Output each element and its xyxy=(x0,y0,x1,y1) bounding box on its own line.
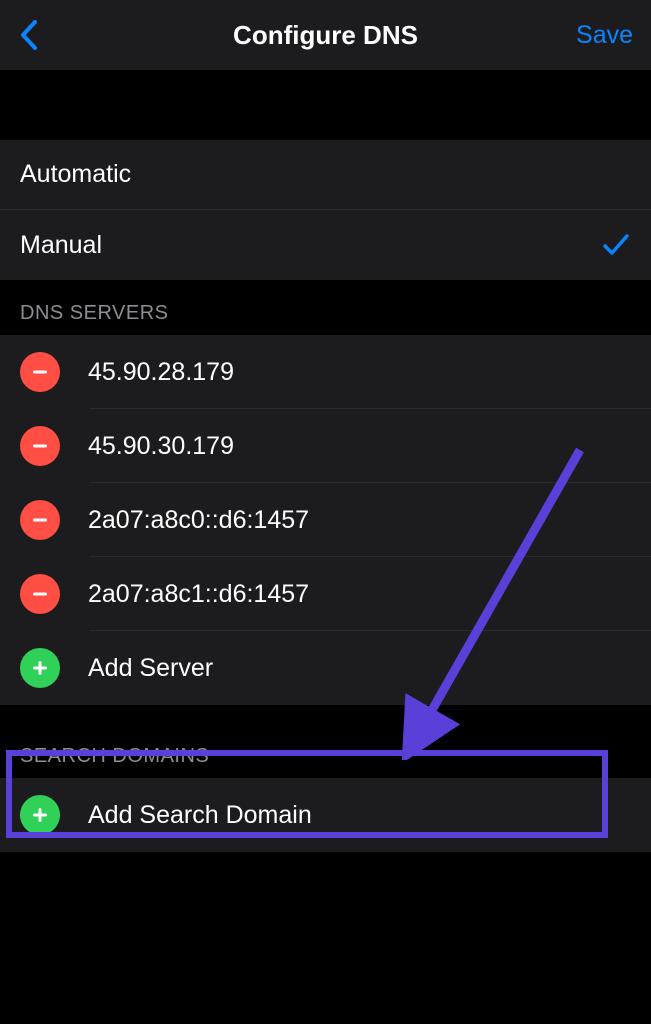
search-domains-header: SEARCH DOMAINS xyxy=(0,705,651,778)
search-domains-list: Add Search Domain xyxy=(0,778,651,852)
minus-icon xyxy=(30,362,50,382)
add-server-label: Add Server xyxy=(88,654,213,683)
plus-icon xyxy=(30,805,50,825)
mode-manual-row[interactable]: Manual xyxy=(0,210,651,280)
dns-server-row[interactable]: 45.90.30.179 xyxy=(0,409,651,483)
add-search-domain-row[interactable]: Add Search Domain xyxy=(0,778,651,852)
server-address: 2a07:a8c1::d6:1457 xyxy=(88,580,309,609)
save-button[interactable]: Save xyxy=(576,21,633,50)
server-address: 2a07:a8c0::d6:1457 xyxy=(88,506,309,535)
checkmark-icon xyxy=(601,230,631,260)
remove-server-button[interactable] xyxy=(20,574,60,614)
dns-server-row[interactable]: 2a07:a8c0::d6:1457 xyxy=(0,483,651,557)
add-server-button[interactable] xyxy=(20,648,60,688)
dns-mode-group: Automatic Manual xyxy=(0,140,651,280)
dns-servers-list: 45.90.28.179 45.90.30.179 2a07:a8c0::d6:… xyxy=(0,335,651,705)
nav-bar: Configure DNS Save xyxy=(0,0,651,70)
add-search-domain-label: Add Search Domain xyxy=(88,801,312,830)
chevron-left-icon xyxy=(20,20,37,50)
dns-server-row[interactable]: 2a07:a8c1::d6:1457 xyxy=(0,557,651,631)
mode-automatic-row[interactable]: Automatic xyxy=(0,140,651,210)
page-title: Configure DNS xyxy=(233,20,418,51)
back-button[interactable] xyxy=(18,18,38,52)
remove-server-button[interactable] xyxy=(20,500,60,540)
minus-icon xyxy=(30,510,50,530)
spacer xyxy=(0,70,651,140)
plus-icon xyxy=(30,658,50,678)
dns-servers-header: DNS SERVERS xyxy=(0,280,651,335)
mode-manual-label: Manual xyxy=(20,231,601,260)
remove-server-button[interactable] xyxy=(20,426,60,466)
server-address: 45.90.30.179 xyxy=(88,432,234,461)
minus-icon xyxy=(30,584,50,604)
add-server-row[interactable]: Add Server xyxy=(0,631,651,705)
remove-server-button[interactable] xyxy=(20,352,60,392)
add-search-domain-button[interactable] xyxy=(20,795,60,835)
dns-server-row[interactable]: 45.90.28.179 xyxy=(0,335,651,409)
server-address: 45.90.28.179 xyxy=(88,358,234,387)
minus-icon xyxy=(30,436,50,456)
mode-automatic-label: Automatic xyxy=(20,160,631,189)
